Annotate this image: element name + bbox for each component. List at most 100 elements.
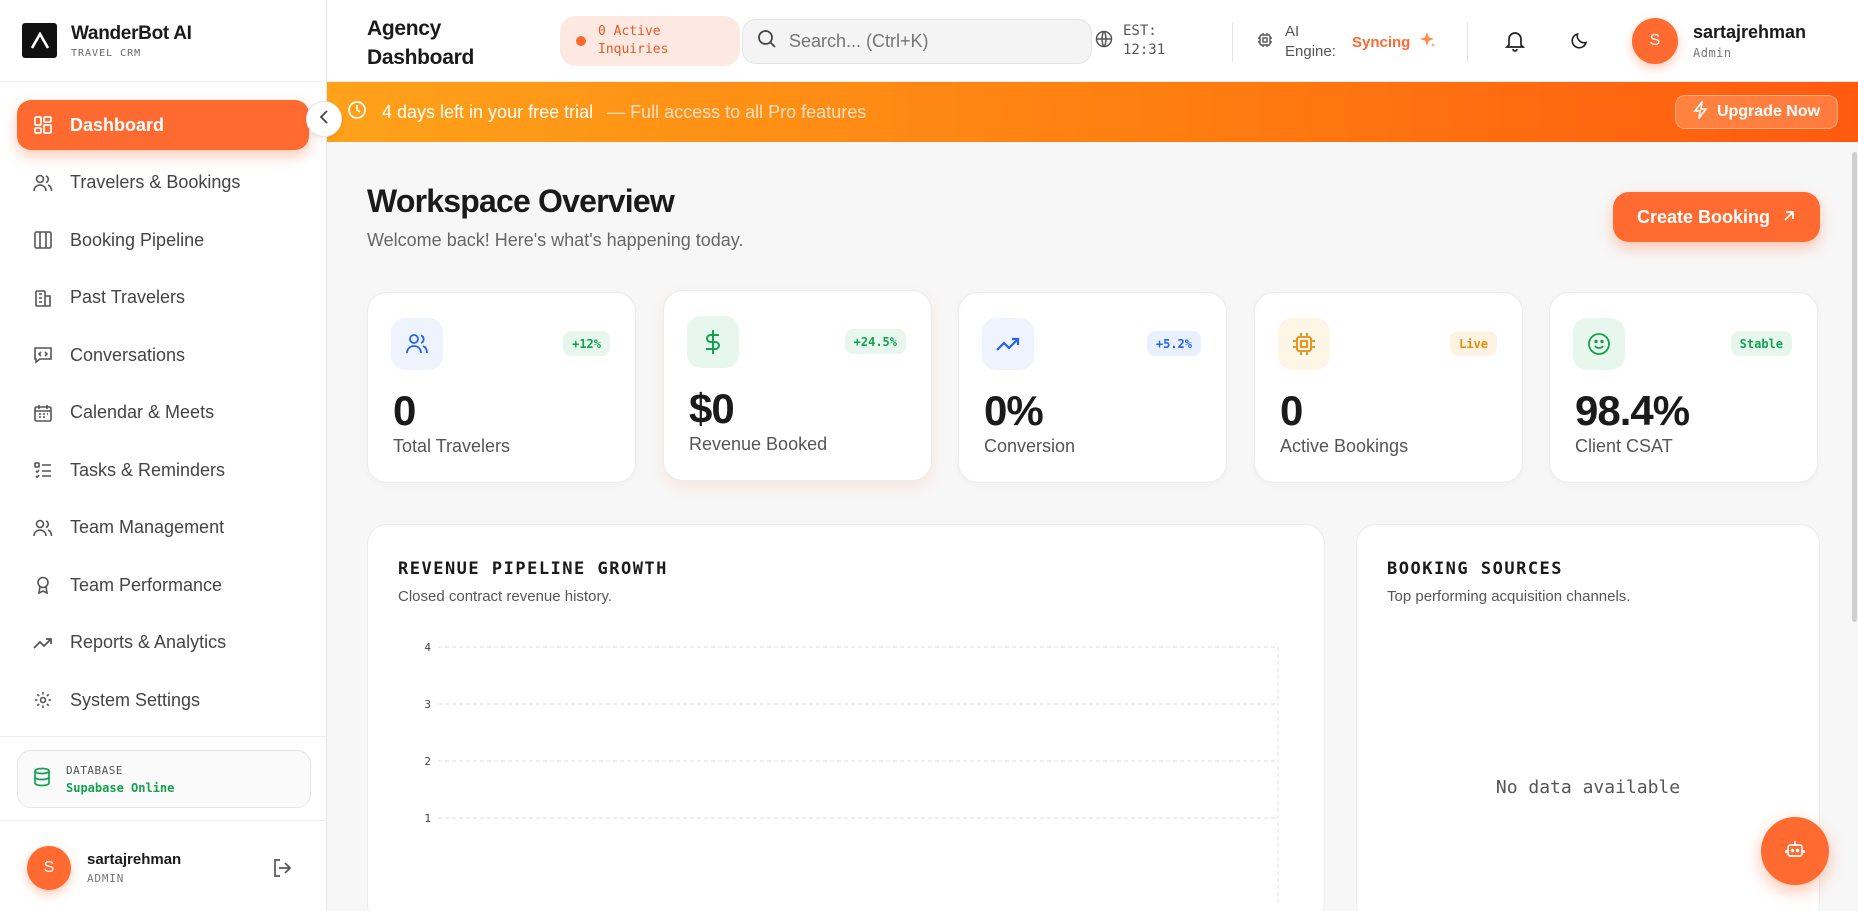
stat-card-csat[interactable]: Stable 98.4% Client CSAT bbox=[1549, 292, 1818, 483]
sidebar-item-label: Team Management bbox=[70, 517, 225, 537]
sidebar-item-label: Dashboard bbox=[70, 114, 165, 135]
sidebar-item-label: Calendar & Meets bbox=[70, 402, 215, 422]
sidebar-item-past-travelers[interactable]: Past Travelers bbox=[17, 273, 309, 323]
sidebar-divider bbox=[0, 820, 327, 821]
sidebar-item-dashboard[interactable]: Dashboard bbox=[17, 100, 309, 150]
stat-label: Revenue Booked bbox=[689, 434, 828, 454]
stat-badge: Stable bbox=[1730, 331, 1792, 356]
cpu-icon bbox=[1278, 318, 1330, 370]
brand-name: WanderBot AI bbox=[71, 22, 192, 44]
sidebar-item-settings[interactable]: System Settings bbox=[17, 675, 309, 725]
active-inquiries-badge[interactable]: 0 Active Inquiries bbox=[560, 16, 740, 66]
create-booking-label: Create Booking bbox=[1636, 206, 1771, 227]
trial-message: 4 days left in your free trial bbox=[382, 101, 594, 122]
stat-card-conversion[interactable]: +5.2% 0% Conversion bbox=[958, 292, 1227, 483]
stat-card-revenue[interactable]: +24.5% $0 Revenue Booked bbox=[663, 290, 932, 481]
sidebar-item-calendar[interactable]: Calendar & Meets bbox=[17, 388, 309, 438]
sidebar-item-team-management[interactable]: Team Management bbox=[17, 503, 309, 553]
trial-banner: 4 days left in your free trial — Full ac… bbox=[327, 82, 1858, 142]
chart-y-tick-label: 4 bbox=[424, 641, 431, 654]
upgrade-button[interactable]: Upgrade Now bbox=[1675, 95, 1838, 129]
sidebar-user-name: sartajrehman bbox=[87, 851, 182, 868]
revenue-chart: 4 3 2 1 bbox=[424, 641, 1279, 905]
logout-icon[interactable] bbox=[272, 858, 292, 883]
stat-card-active-bookings[interactable]: Live 0 Active Bookings bbox=[1254, 292, 1523, 483]
clock: EST: 12:31 bbox=[1095, 22, 1169, 60]
sidebar-item-team-performance[interactable]: Team Performance bbox=[17, 560, 309, 610]
dollar-icon bbox=[687, 316, 739, 368]
sidebar-item-label: Team Performance bbox=[70, 574, 223, 595]
search-bar[interactable] bbox=[742, 19, 1092, 64]
sidebar-item-pipeline[interactable]: Booking Pipeline bbox=[17, 215, 309, 265]
ai-engine-status: AI Engine: Syncing bbox=[1257, 22, 1436, 62]
create-booking-button[interactable]: Create Booking bbox=[1613, 192, 1820, 242]
stat-label: Total Travelers bbox=[393, 436, 511, 456]
sidebar-item-travelers[interactable]: Travelers & Bookings bbox=[17, 158, 309, 208]
stat-value: $0 bbox=[689, 385, 735, 432]
sidebar-divider bbox=[0, 736, 327, 737]
chart-y-tick-label: 1 bbox=[424, 812, 431, 825]
search-input[interactable] bbox=[789, 31, 1069, 52]
sidebar: WanderBot AI TRAVEL CRM Dashboard Travel… bbox=[0, 0, 327, 911]
stat-label: Active Bookings bbox=[1280, 436, 1409, 456]
stat-badge: +12% bbox=[563, 331, 610, 356]
database-label: DATABASE bbox=[66, 763, 123, 777]
ai-engine-label: AI Engine: bbox=[1285, 23, 1336, 60]
trending-up-icon bbox=[982, 318, 1034, 370]
dashboard-grid-icon bbox=[33, 115, 53, 135]
users-icon bbox=[391, 318, 443, 370]
calendar-icon bbox=[33, 403, 53, 423]
theme-toggle-moon-icon[interactable] bbox=[1570, 30, 1590, 55]
sidebar-item-conversations[interactable]: Conversations bbox=[17, 330, 309, 380]
notifications-bell-icon[interactable] bbox=[1504, 30, 1526, 57]
page-scrollbar[interactable] bbox=[1852, 152, 1857, 622]
brand[interactable]: WanderBot AI TRAVEL CRM bbox=[0, 0, 326, 82]
header-user-role: Admin bbox=[1693, 46, 1732, 60]
page-title: Agency Dashboard bbox=[367, 17, 474, 69]
upgrade-button-label: Upgrade Now bbox=[1716, 103, 1821, 120]
stat-card-travelers[interactable]: +12% 0 Total Travelers bbox=[367, 292, 636, 483]
sidebar-item-label: System Settings bbox=[70, 689, 201, 710]
cpu-icon bbox=[1257, 32, 1273, 53]
search-icon bbox=[757, 29, 777, 54]
stat-label: Client CSAT bbox=[1575, 436, 1673, 456]
overview-title: Workspace Overview bbox=[367, 183, 675, 219]
panel-subtitle: Top performing acquisition channels. bbox=[1387, 588, 1631, 605]
active-inquiries-text: 0 Active Inquiries bbox=[598, 24, 669, 57]
stat-badge: +5.2% bbox=[1146, 331, 1201, 356]
award-icon bbox=[33, 575, 53, 595]
sidebar-item-label: Past Travelers bbox=[70, 287, 186, 307]
empty-state: No data available bbox=[1495, 777, 1681, 798]
avatar: S bbox=[27, 846, 71, 890]
revenue-pipeline-panel: REVENUE PIPELINE GROWTH Closed contract … bbox=[367, 524, 1325, 911]
team-icon bbox=[33, 518, 53, 538]
brand-logo-icon bbox=[22, 23, 57, 58]
smile-icon bbox=[1573, 318, 1625, 370]
trending-up-icon bbox=[33, 633, 53, 653]
stat-value: 0 bbox=[393, 387, 416, 434]
sidebar-nav: Dashboard Travelers & Bookings Booking P… bbox=[0, 82, 326, 725]
sidebar-user-role: ADMIN bbox=[87, 872, 125, 885]
ai-engine-status-text: Syncing bbox=[1352, 33, 1411, 51]
ai-assistant-button[interactable] bbox=[1761, 817, 1829, 885]
panel-title: REVENUE PIPELINE GROWTH bbox=[398, 559, 668, 579]
globe-icon bbox=[1095, 30, 1113, 53]
sidebar-item-label: Booking Pipeline bbox=[70, 229, 205, 250]
stat-value: 0% bbox=[984, 387, 1044, 434]
gear-icon bbox=[33, 690, 53, 710]
avatar: S bbox=[1632, 18, 1678, 64]
sidebar-user[interactable]: S sartajrehman ADMIN bbox=[27, 846, 181, 890]
list-checks-icon bbox=[33, 460, 53, 480]
chart-y-tick-label: 2 bbox=[424, 755, 431, 768]
lightning-icon bbox=[1693, 98, 1709, 124]
columns-icon bbox=[33, 230, 53, 250]
sidebar-item-tasks[interactable]: Tasks & Reminders bbox=[17, 445, 309, 495]
sidebar-item-label: Conversations bbox=[70, 344, 186, 365]
sidebar-item-label: Tasks & Reminders bbox=[70, 459, 226, 480]
stat-value: 0 bbox=[1280, 387, 1303, 434]
sidebar-item-label: Reports & Analytics bbox=[70, 632, 227, 652]
database-icon bbox=[32, 767, 52, 792]
sidebar-item-reports[interactable]: Reports & Analytics bbox=[17, 618, 309, 668]
collapse-sidebar-button[interactable] bbox=[306, 101, 342, 137]
header-user-menu[interactable]: S sartajrehman Admin bbox=[1632, 18, 1806, 64]
